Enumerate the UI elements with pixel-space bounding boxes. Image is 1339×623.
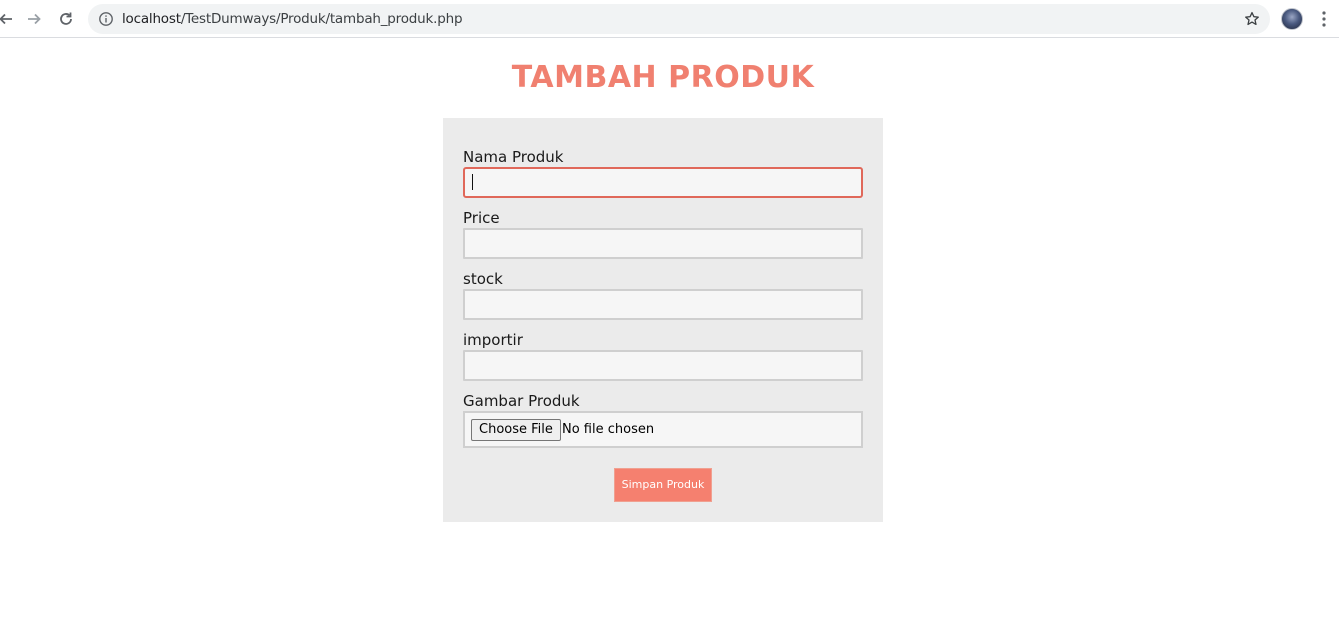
nama-produk-label: Nama Produk bbox=[463, 148, 564, 166]
price-input[interactable] bbox=[463, 228, 863, 259]
page-title: TAMBAH PRODUK bbox=[511, 60, 815, 95]
forward-arrow-icon[interactable] bbox=[22, 7, 46, 31]
importir-input[interactable] bbox=[463, 350, 863, 381]
file-status-text: No file chosen bbox=[562, 422, 655, 437]
url-path: /TestDumways/Produk/tambah_produk.php bbox=[180, 11, 463, 27]
price-label: Price bbox=[463, 209, 500, 227]
nama-produk-input[interactable] bbox=[463, 167, 863, 198]
avatar[interactable] bbox=[1281, 8, 1303, 30]
browser-toolbar: localhost/TestDumways/Produk/tambah_prod… bbox=[0, 0, 1339, 38]
simpan-produk-button[interactable]: Simpan Produk bbox=[614, 468, 712, 502]
address-bar[interactable]: localhost/TestDumways/Produk/tambah_prod… bbox=[88, 4, 1270, 34]
product-form: Nama Produk Price stock importir Gambar … bbox=[443, 118, 883, 522]
url-text[interactable]: localhost/TestDumways/Produk/tambah_prod… bbox=[122, 11, 463, 27]
gambar-produk-file-input[interactable]: Choose File No file chosen bbox=[463, 411, 863, 448]
text-caret bbox=[472, 174, 473, 190]
url-host: localhost bbox=[122, 11, 181, 27]
importir-label: importir bbox=[463, 331, 523, 349]
gambar-produk-label: Gambar Produk bbox=[463, 392, 580, 410]
choose-file-button[interactable]: Choose File bbox=[471, 419, 561, 441]
star-icon[interactable] bbox=[1244, 11, 1260, 27]
reload-icon[interactable] bbox=[54, 7, 78, 31]
stock-label: stock bbox=[463, 270, 503, 288]
stock-input[interactable] bbox=[463, 289, 863, 320]
info-icon[interactable] bbox=[98, 11, 114, 27]
kebab-menu-icon[interactable] bbox=[1316, 9, 1332, 29]
back-arrow-icon[interactable] bbox=[0, 7, 18, 31]
